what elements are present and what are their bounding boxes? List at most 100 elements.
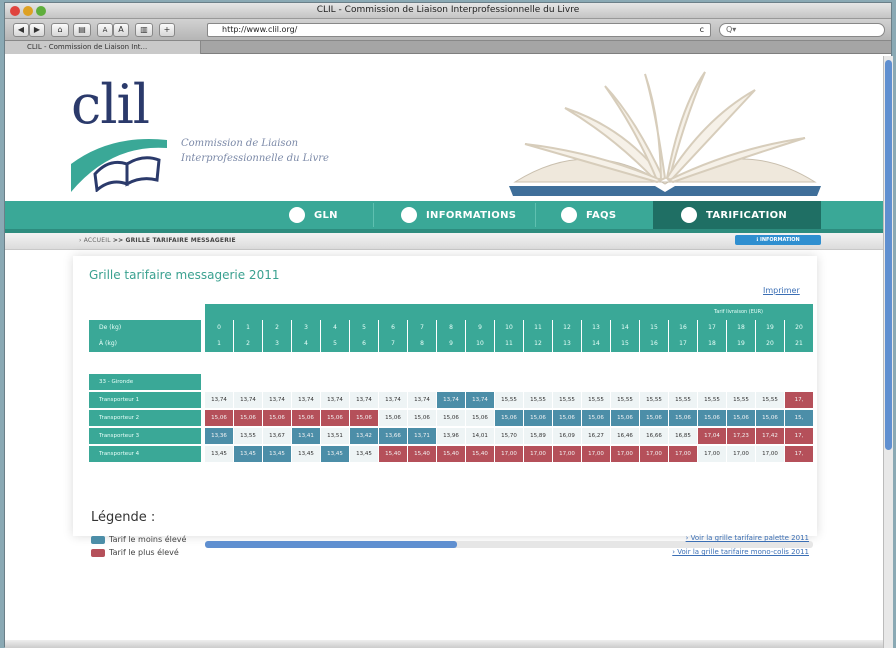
search-field[interactable]: Q▾ — [719, 23, 885, 37]
rate-cell: 17,00 — [698, 446, 726, 462]
rate-cell: 15,06 — [234, 410, 262, 426]
breadcrumb: › ACCUEIL >> GRILLE TARIFAIRE MESSAGERIE — [79, 237, 236, 244]
rate-cell: 15,06 — [466, 410, 494, 426]
tab-bar: CLIL - Commission de Liaison Int... — [5, 41, 891, 54]
table-horizontal-scrollbar[interactable] — [205, 541, 813, 548]
rate-cell: 15,06 — [582, 410, 610, 426]
weight-from-cell: 18 — [727, 320, 755, 336]
text-bigger-icon[interactable]: A — [113, 23, 129, 37]
tagline: Commission de Liaison Interprofessionnel… — [181, 136, 329, 166]
rate-cell: 15,55 — [553, 392, 581, 408]
print-icon[interactable]: ▤ — [73, 23, 91, 37]
weight-from-cell: 12 — [553, 320, 581, 336]
page-vertical-scrollbar[interactable] — [883, 56, 893, 648]
back-icon[interactable]: ◀ — [13, 23, 29, 37]
page-scroll-thumb[interactable] — [885, 60, 892, 450]
table-super-header: Tarif livraison (EUR) — [205, 304, 813, 320]
rate-cell: 13,74 — [292, 392, 320, 408]
rate-cell: 17, — [785, 428, 813, 444]
rate-cell: 13,74 — [408, 392, 436, 408]
faqs-icon — [561, 207, 577, 223]
rate-cell: 15,06 — [205, 410, 233, 426]
weight-to-cell: 5 — [321, 336, 349, 352]
rate-cell: 15,06 — [408, 410, 436, 426]
nav-informations-label: INFORMATIONS — [426, 209, 517, 221]
weight-to-cell: 11 — [495, 336, 523, 352]
rate-cell: 13,96 — [437, 428, 465, 444]
rate-cell: 15,55 — [698, 392, 726, 408]
rate-cell: 15,55 — [669, 392, 697, 408]
rate-cell: 15, — [785, 410, 813, 426]
weight-to-cell: 20 — [756, 336, 784, 352]
rate-cell: 15,06 — [321, 410, 349, 426]
print-link[interactable]: Imprimer — [763, 286, 800, 295]
weight-to-cell: 3 — [263, 336, 291, 352]
weight-to-cell: 19 — [727, 336, 755, 352]
rate-cell: 14,01 — [466, 428, 494, 444]
weight-from-cell: 6 — [379, 320, 407, 336]
weight-to-cell: 9 — [437, 336, 465, 352]
rate-cell: 15,06 — [669, 410, 697, 426]
weight-from-cell: 7 — [408, 320, 436, 336]
weight-to-cell: 6 — [350, 336, 378, 352]
rate-cell: 15,06 — [727, 410, 755, 426]
rate-cell: 15,06 — [698, 410, 726, 426]
weight-from-cell: 19 — [756, 320, 784, 336]
add-bookmark-icon[interactable]: + — [159, 23, 175, 37]
weight-to-cell: 12 — [524, 336, 552, 352]
home-icon[interactable]: ⌂ — [51, 23, 69, 37]
clil-logo-text[interactable]: clil — [71, 78, 150, 132]
breadcrumb-home-link[interactable]: › ACCUEIL — [79, 237, 111, 244]
rate-cell: 15,55 — [640, 392, 668, 408]
row-header-to: À (kg) — [89, 336, 201, 352]
rate-cell: 15,06 — [524, 410, 552, 426]
nav-gln[interactable]: GLN — [289, 201, 338, 229]
rate-cell: 13,74 — [263, 392, 291, 408]
weight-to-cell: 7 — [379, 336, 407, 352]
transporter-label: Transporteur 2 — [89, 410, 201, 426]
nav-divider — [535, 203, 536, 227]
information-button[interactable]: ℹ INFORMATION — [735, 235, 821, 245]
bookmarks-icon[interactable]: ▥ — [135, 23, 153, 37]
text-smaller-icon[interactable]: A — [97, 23, 113, 37]
weight-to-cell: 1 — [205, 336, 233, 352]
content-panel: Grille tarifaire messagerie 2011 Imprime… — [73, 256, 817, 548]
open-book-image — [509, 71, 821, 196]
forward-icon[interactable]: ▶ — [29, 23, 45, 37]
rate-cell: 15,55 — [582, 392, 610, 408]
gln-icon — [289, 207, 305, 223]
table-scroll-thumb[interactable] — [205, 541, 457, 548]
pallet-grid-link[interactable]: › Voir la grille tarifaire palette 2011 — [686, 534, 809, 542]
reload-icon[interactable]: c — [700, 24, 704, 36]
tarification-icon — [681, 207, 697, 223]
weight-from-cell: 9 — [466, 320, 494, 336]
nav-faqs[interactable]: FAQS — [561, 201, 616, 229]
tagline-line1: Commission de Liaison — [181, 138, 299, 149]
rate-cell: 13,74 — [234, 392, 262, 408]
nav-tarification[interactable]: TARIFICATION — [681, 201, 787, 229]
nav-tarification-label: TARIFICATION — [706, 209, 788, 221]
monocolis-grid-link[interactable]: › Voir la grille tarifaire mono-colis 20… — [672, 548, 809, 556]
rate-cell: 13,74 — [379, 392, 407, 408]
browser-tab[interactable]: CLIL - Commission de Liaison Int... — [5, 41, 201, 54]
browser-window: CLIL - Commission de Liaison Interprofes… — [4, 2, 893, 648]
browser-toolbar: ◀ ▶ ⌂ ▤ A A ▥ + http://www.clil.org/ c Q… — [5, 19, 891, 41]
rate-cell: 15,06 — [611, 410, 639, 426]
weight-to-cell: 4 — [292, 336, 320, 352]
rate-cell: 15,40 — [408, 446, 436, 462]
rate-cell: 17,00 — [727, 446, 755, 462]
url-text: http://www.clil.org/ — [222, 25, 298, 34]
rate-cell: 13,55 — [234, 428, 262, 444]
legend-low-swatch — [91, 535, 105, 544]
rate-cell: 15,55 — [756, 392, 784, 408]
nav-informations[interactable]: INFORMATIONS — [401, 201, 516, 229]
rate-cell: 13,45 — [350, 446, 378, 462]
address-bar[interactable]: http://www.clil.org/ c — [207, 23, 711, 37]
rate-cell: 13,74 — [321, 392, 349, 408]
rate-cell: 13,67 — [263, 428, 291, 444]
legend-low: Tarif le moins élevé — [91, 535, 186, 544]
page-title: Grille tarifaire messagerie 2011 — [89, 268, 280, 282]
rate-cell: 15,06 — [437, 410, 465, 426]
weight-to-cell: 17 — [669, 336, 697, 352]
rate-cell: 17,42 — [756, 428, 784, 444]
